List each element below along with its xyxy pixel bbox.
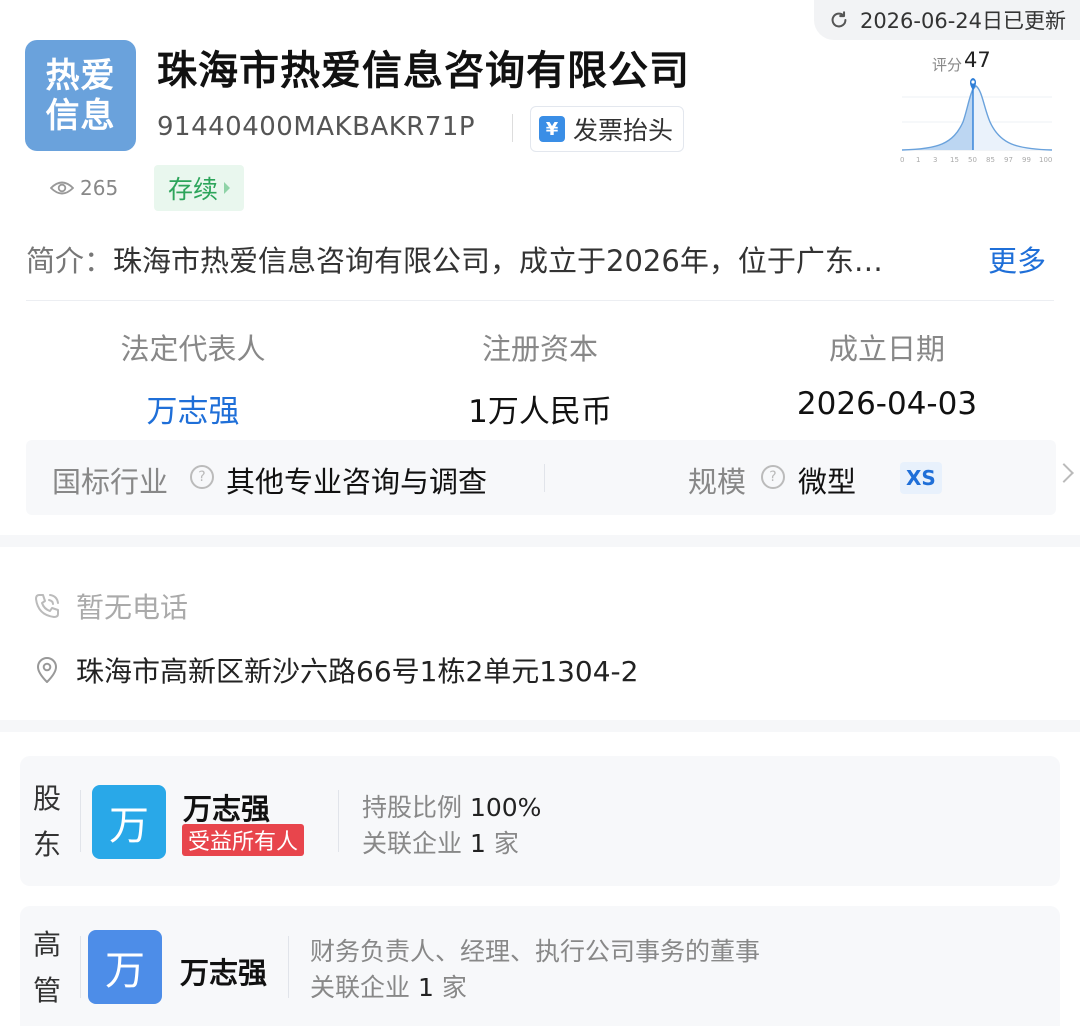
- score-tick: 1: [916, 156, 920, 164]
- status-text: 存续: [168, 175, 219, 204]
- logo-line-2: 信息: [45, 95, 116, 136]
- intro-text: 珠海市热爱信息咨询有限公司，成立于2026年，位于广东…: [113, 244, 883, 278]
- registered-capital-value: 1万人民币: [468, 394, 612, 430]
- holding-ratio-value: 100%: [469, 793, 542, 822]
- company-name: 珠海市热爱信息咨询有限公司: [157, 48, 690, 94]
- executive-name[interactable]: 万志强: [180, 950, 267, 992]
- company-logo: 热爱 信息: [25, 40, 136, 151]
- establish-date-value: 2026-04-03: [796, 386, 978, 422]
- score-tick: 3: [933, 156, 937, 164]
- help-icon[interactable]: ?: [761, 465, 785, 489]
- establish-date: 成立日期 2026-04-03: [780, 326, 994, 422]
- related-label: 关联企业: [310, 973, 411, 1002]
- related-companies[interactable]: 关联企业 1 家: [310, 968, 467, 1004]
- section-gap: [0, 720, 1080, 732]
- holding-ratio-label: 持股比例: [362, 793, 463, 822]
- phone-icon: [35, 594, 59, 618]
- divider: [80, 936, 81, 998]
- view-count-value: 265: [80, 176, 119, 200]
- shareholder-name[interactable]: 万志强: [183, 786, 270, 828]
- credit-code[interactable]: 91440400MAKBAKR71P: [157, 112, 475, 142]
- industry-scale-bar[interactable]: 国标行业 ? 其他专业咨询与调查 规模 ? 微型 XS: [26, 440, 1074, 515]
- legal-representative-value[interactable]: 万志强: [94, 386, 292, 431]
- executive-title-char: 管: [32, 974, 61, 1007]
- intro-more-link[interactable]: 更多: [988, 238, 1046, 280]
- related-companies[interactable]: 关联企业 1 家: [362, 824, 519, 860]
- address-text: 珠海市高新区新沙六路66号1栋2单元1304-2: [76, 655, 639, 688]
- registered-capital-label: 注册资本: [481, 332, 598, 366]
- related-count: 1: [417, 973, 434, 1002]
- shareholder-avatar[interactable]: 万: [92, 785, 166, 859]
- shareholder-title: 股 东: [32, 776, 62, 868]
- divider: [288, 936, 289, 998]
- help-icon[interactable]: ?: [190, 465, 214, 489]
- divider: [544, 464, 545, 492]
- executive-roles: 财务负责人、经理、执行公司事务的董事: [310, 937, 761, 966]
- related-unit: 家: [441, 973, 467, 1002]
- score-tick: 15: [950, 156, 959, 164]
- score-tick: 99: [1022, 156, 1031, 164]
- score-tick: 0: [900, 156, 904, 164]
- shareholder-title-char: 股: [32, 782, 61, 815]
- score-tick: 85: [986, 156, 995, 164]
- legal-representative-label: 法定代表人: [120, 332, 266, 366]
- location-pin-icon: [37, 657, 57, 683]
- industry-value: 其他专业咨询与调查: [226, 465, 488, 499]
- logo-line-1: 热爱: [45, 55, 116, 96]
- score-distribution-curve: 0 1 3 15 50 85 97 99 100: [900, 78, 1052, 164]
- chevron-right-icon[interactable]: [1054, 463, 1074, 483]
- status-badge[interactable]: 存续: [154, 165, 245, 211]
- divider: [338, 790, 339, 852]
- invoice-label: 发票抬头: [573, 116, 674, 145]
- divider: [80, 790, 81, 852]
- section-gap: [0, 535, 1080, 547]
- executive-avatar[interactable]: 万: [88, 930, 162, 1004]
- company-intro: 简介：珠海市热爱信息咨询有限公司，成立于2026年，位于广东…: [26, 238, 883, 280]
- phone-row[interactable]: 暂无电话: [32, 586, 188, 626]
- divider: [26, 300, 1054, 301]
- phone-text: 暂无电话: [76, 591, 189, 624]
- eye-icon: [50, 181, 74, 195]
- related-count: 1: [469, 829, 486, 858]
- shareholder-title-char: 东: [32, 828, 61, 861]
- executive-title-char: 高: [32, 928, 61, 961]
- holding-ratio: 持股比例 100%: [362, 788, 541, 824]
- address-row[interactable]: 珠海市高新区新沙六路66号1栋2单元1304-2: [32, 650, 638, 690]
- registered-capital: 注册资本 1万人民币: [440, 326, 640, 431]
- update-text: 2026-06-24日已更新: [859, 9, 1066, 33]
- related-unit: 家: [493, 829, 519, 858]
- industry-label: 国标行业: [52, 465, 169, 499]
- update-status[interactable]: 2026-06-24日已更新: [813, 0, 1080, 40]
- invoice-header-button[interactable]: ¥ 发票抬头: [530, 106, 685, 152]
- score-tick: 100: [1039, 156, 1052, 164]
- intro-label: 简介：: [26, 244, 114, 278]
- scale-label: 规模: [688, 465, 747, 499]
- beneficial-owner-badge: 受益所有人: [182, 824, 305, 856]
- executive-card[interactable]: 高 管 万 万志强 财务负责人、经理、执行公司事务的董事 关联企业 1 家: [20, 906, 1060, 1026]
- score-tick: 97: [1004, 156, 1013, 164]
- divider: [512, 114, 513, 142]
- establish-date-label: 成立日期: [828, 332, 945, 366]
- scale-value: 微型: [798, 465, 857, 499]
- refresh-icon: [831, 11, 847, 28]
- related-label: 关联企业: [362, 829, 463, 858]
- yen-icon: ¥: [539, 116, 565, 142]
- executive-title: 高 管: [32, 922, 62, 1014]
- shareholder-card[interactable]: 股 东 万 万志强 受益所有人 持股比例 100% 关联企业 1 家: [20, 756, 1060, 886]
- score-tick: 50: [968, 156, 977, 164]
- company-detail-page: 2026-06-24日已更新 热爱 信息 珠海市热爱信息咨询有限公司 91440…: [0, 0, 1080, 1026]
- score-widget[interactable]: 评分 47 0 1 3 15 50 85 97 99 100: [898, 48, 1058, 167]
- view-count: 265: [50, 176, 118, 200]
- legal-representative: 法定代表人 万志强: [94, 326, 292, 431]
- scale-badge: XS: [900, 462, 942, 494]
